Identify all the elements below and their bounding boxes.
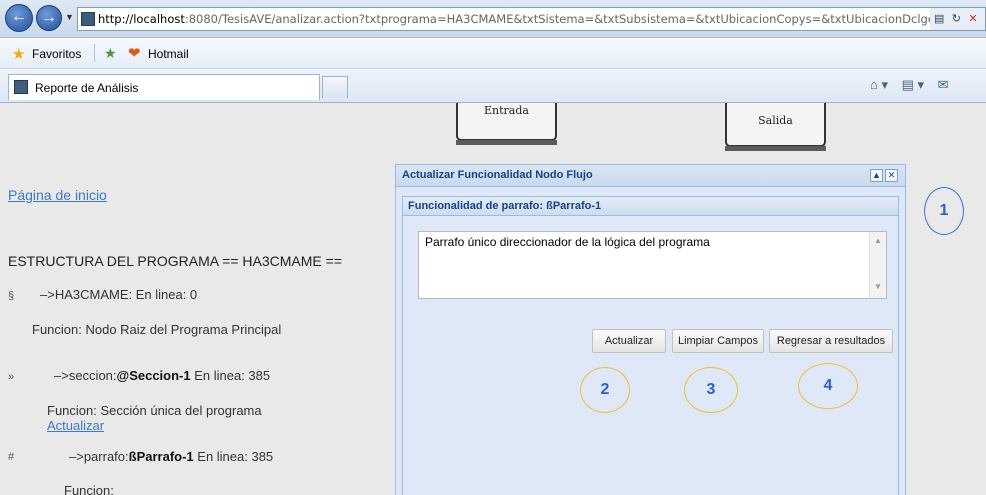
collapse-icon[interactable]: ▲ [870,169,883,182]
annotation-1: 1 [924,187,964,235]
tab-favicon-icon [14,80,28,94]
close-icon[interactable]: ✕ [968,8,977,30]
tree-node-paragraph: –>parrafo:ßParrafo-1 En linea: 385 [69,449,273,464]
feeds-icon[interactable]: ▤ ▾ [902,77,924,92]
annotation-2: 2 [580,367,630,413]
refresh-icon[interactable]: ↻ [952,8,961,30]
forward-button[interactable]: → [36,5,62,31]
update-link[interactable]: Actualizar [47,418,104,433]
tree-bullet: § [8,290,15,302]
node-shadow [725,146,826,151]
page-content: Entrada Salida Página de inicio ESTRUCTU… [0,103,986,495]
annotation-3: 3 [684,367,738,413]
tree-node-name: @Seccion-1 [116,368,191,383]
dialog-header[interactable]: Actualizar Funcionalidad Nodo Flujo ▲ ✕ [396,165,905,187]
update-link-wrapper: Actualizar [47,418,104,433]
home-icon[interactable]: ⌂ ▾ [870,77,888,92]
favorites-bar: ★ Favoritos ★ ❤ Hotmail [0,38,986,69]
structure-title: ESTRUCTURA DEL PROGRAMA == HA3CMAME == [8,253,343,269]
address-bar: ← → ▼ http://localhost:8080/TesisAVE/ana… [0,0,986,38]
close-icon[interactable]: ✕ [885,169,898,182]
clear-fields-button[interactable]: Limpiar Campos [672,329,764,353]
scroll-down-icon[interactable]: ▼ [874,282,882,291]
tree-node-line: En linea: 385 [190,368,271,383]
tree-bullet: » [8,371,15,383]
tree-bullet: # [8,451,15,463]
node-shadow [456,140,557,145]
tree-node-function: Funcion: Sección única del programa [47,403,262,418]
back-to-results-button[interactable]: Regresar a resultados [769,329,893,353]
add-favorite-icon[interactable]: ★ [104,45,117,62]
hotmail-link[interactable]: Hotmail [148,47,189,61]
textarea-scrollbar[interactable]: ▲ ▼ [869,232,886,298]
tree-node-function: Funcion: Nodo Raiz del Programa Principa… [32,322,282,337]
tab-bar: Reporte de Análisis ⌂ ▾ ▤ ▾ ✉ [0,69,986,103]
tree-node-text: –>seccion: [54,368,117,383]
update-function-dialog: Actualizar Funcionalidad Nodo Flujo ▲ ✕ … [395,164,906,495]
tab-label: Reporte de Análisis [35,81,139,95]
hotmail-icon: ❤ [128,45,141,62]
url-path: :8080/TesisAVE/analizar.action?txtprogra… [184,12,933,26]
tree-node-text: –>HA3CMAME: En linea: 0 [40,287,198,302]
tab-reporte[interactable]: Reporte de Análisis [8,74,320,100]
divider [94,44,95,62]
tree-node-name: ßParrafo-1 [128,449,194,464]
command-bar: ⌂ ▾ ▤ ▾ ✉ [870,77,959,93]
annotation-4: 4 [798,363,858,409]
flow-node-entrada[interactable]: Entrada [456,103,557,141]
flow-node-salida[interactable]: Salida [725,103,826,147]
favorites-button[interactable]: Favoritos [32,47,81,61]
compatibility-icon[interactable]: ▤ [934,8,944,30]
site-favicon-icon [81,12,95,26]
panel-header: Funcionalidad de parrafo: ßParrafo-1 [402,196,899,216]
panel-title: Funcionalidad de parrafo: ßParrafo-1 [408,200,602,212]
tree-node-line: En linea: 385 [193,449,274,464]
update-button[interactable]: Actualizar [592,329,666,353]
mail-icon[interactable]: ✉ [938,77,949,92]
url-host: http://localhost [98,12,185,26]
home-link[interactable]: Página de inicio [8,187,107,203]
url-field[interactable]: http://localhost:8080/TesisAVE/analizar.… [77,7,933,31]
tree-node-function: Funcion: [64,483,114,495]
new-tab-button[interactable] [322,76,348,98]
textarea-value: Parrafo único direccionador de la lógica… [425,235,710,249]
tree-node-root: –>HA3CMAME: En linea: 0 [40,287,197,302]
url-actions: ▤ ↻ ✕ [930,7,986,31]
dialog-title: Actualizar Funcionalidad Nodo Flujo [402,169,593,181]
history-dropdown-icon[interactable]: ▼ [65,12,74,22]
function-textarea[interactable]: Parrafo único direccionador de la lógica… [418,231,887,299]
flow-node-label: Salida [758,114,793,127]
back-button[interactable]: ← [5,4,33,32]
scroll-up-icon[interactable]: ▲ [874,236,882,245]
tree-node-section: –>seccion:@Seccion-1 En linea: 385 [54,368,270,383]
favorites-star-icon[interactable]: ★ [12,45,25,63]
tree-node-text: –>parrafo: [69,449,129,464]
flow-node-label: Entrada [484,104,529,117]
